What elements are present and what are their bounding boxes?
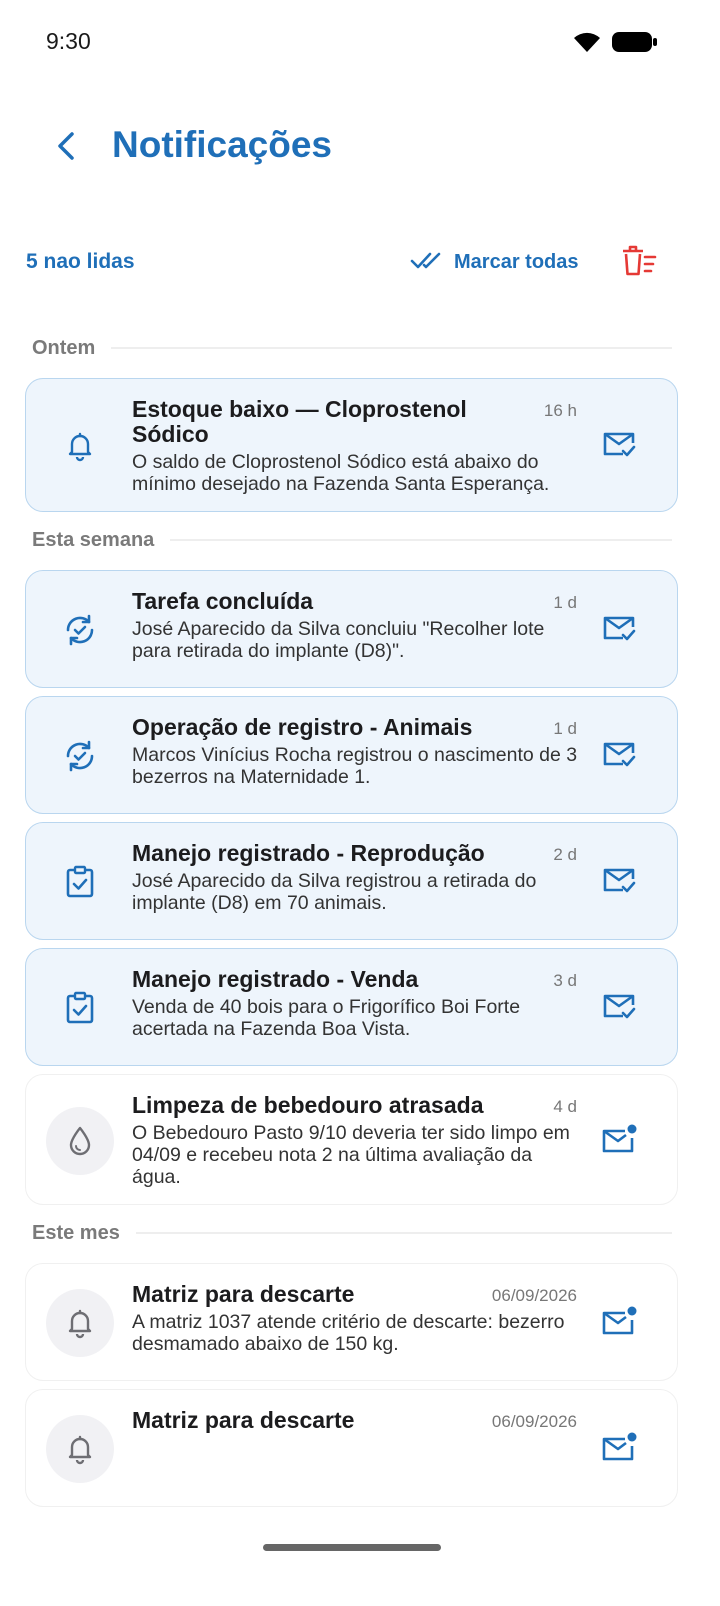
mail-check-icon (601, 865, 637, 900)
notification-time: 4 d (553, 1097, 577, 1116)
notification-body: Venda de 40 bois para o Frigorífico Boi … (132, 996, 521, 1040)
notification-title: Manejo registrado - Reprodução (132, 840, 485, 866)
notification-time: 06/09/2026 (491, 1286, 577, 1305)
mail-check-icon (601, 429, 637, 464)
notification-body: Marcos Vinícius Rocha registrou o nascim… (132, 744, 578, 788)
clipboard-check-icon (46, 848, 114, 916)
section-divider (135, 1232, 672, 1234)
app-header: Notificações (0, 110, 720, 190)
bell-icon (46, 412, 114, 480)
section-divider (170, 539, 672, 541)
notification-card[interactable]: Manejo registrado - Reprodução 2 d José Ap… (25, 822, 678, 940)
wifi-icon (572, 30, 602, 59)
page-title: Notificações (112, 124, 333, 165)
mark-as-read-button[interactable] (599, 610, 639, 650)
mark-as-read-button[interactable] (599, 736, 639, 776)
notification-time: 16 h (543, 401, 577, 420)
mark-as-read-button[interactable] (599, 988, 639, 1028)
mark-as-unread-button[interactable] (599, 1121, 639, 1161)
status-icons (572, 30, 658, 59)
section-header: Ontem (0, 326, 720, 370)
section-title: Esta semana (32, 528, 155, 551)
notification-body: O Bebedouro Pasto 9/10 deveria ter sido … (132, 1122, 570, 1188)
notification-title: Estoque baixo — Cloprostenol Sódico (132, 396, 467, 447)
mark-as-unread-button[interactable] (599, 1429, 639, 1469)
unread-count: 5 nao lidas (26, 250, 135, 273)
notification-body: A matriz 1037 atende critério de descart… (132, 1311, 565, 1355)
notification-body: O saldo de Cloprostenol Sódico está abai… (132, 451, 550, 495)
clipboard-check-icon (46, 974, 114, 1042)
notification-card[interactable]: Manejo registrado - Venda 3 d Venda de 40 … (25, 948, 678, 1066)
sync-check-icon (46, 596, 114, 664)
notification-list[interactable]: Ontem Estoque baixo — Cloprostenol Sódico… (0, 320, 720, 1530)
mail-check-icon (601, 613, 637, 648)
notification-title: Matriz para descarte (132, 1407, 355, 1433)
mark-as-unread-button[interactable] (599, 1303, 639, 1343)
water-drop-icon (46, 1107, 114, 1175)
status-bar: 9:30 (0, 0, 720, 86)
notification-card[interactable]: Tarefa concluída 1 d José Aparecido da Sil… (25, 570, 678, 688)
bell-icon (46, 1415, 114, 1483)
mail-unread-icon (600, 1123, 638, 1160)
mark-all-read-button[interactable]: Marcar todas (410, 242, 579, 282)
trash-sweep-icon (621, 245, 657, 282)
notification-title: Manejo registrado - Venda (132, 966, 419, 992)
battery-icon (612, 30, 658, 59)
notification-title: Tarefa concluída (132, 588, 314, 614)
notification-time: 1 d (553, 719, 577, 738)
notification-time: 1 d (553, 593, 577, 612)
mail-check-icon (601, 991, 637, 1026)
notification-title: Limpeza de bebedouro atrasada (132, 1092, 484, 1118)
notification-card[interactable]: Matriz para descarte 06/09/2026 (25, 1389, 678, 1507)
bell-icon (46, 1289, 114, 1357)
notification-time: 2 d (553, 845, 577, 864)
back-button[interactable] (44, 126, 88, 170)
notification-body: José Aparecido da Silva concluiu "Recolh… (132, 618, 545, 662)
mark-as-read-button[interactable] (599, 426, 639, 466)
mail-unread-icon (600, 1431, 638, 1468)
delete-all-button[interactable] (618, 242, 660, 284)
mail-unread-icon (600, 1305, 638, 1342)
section-title: Este mes (32, 1221, 120, 1244)
notification-card[interactable]: Limpeza de bebedouro atrasada 4 d O Bebedo… (25, 1074, 678, 1205)
chevron-left-icon (54, 131, 78, 166)
notification-time: 06/09/2026 (491, 1412, 577, 1431)
actions-row: 5 nao lidas Marcar todas (0, 236, 720, 292)
section-title: Ontem (32, 336, 96, 359)
section-header: Esta semana (0, 518, 720, 562)
sync-check-icon (46, 722, 114, 790)
notification-card[interactable]: Operação de registro - Animais 1 d Marcos … (25, 696, 678, 814)
mail-check-icon (601, 739, 637, 774)
section-divider (111, 347, 672, 349)
home-indicator (263, 1544, 441, 1551)
mark-all-label: Marcar todas (454, 250, 579, 273)
double-check-icon (410, 249, 442, 276)
notification-body: José Aparecido da Silva registrou a reti… (132, 870, 537, 914)
notification-title: Matriz para descarte (132, 1281, 355, 1307)
notification-card[interactable]: Estoque baixo — Cloprostenol Sódico 16 h O… (25, 378, 678, 512)
section-header: Este mes (0, 1211, 720, 1255)
status-time: 9:30 (46, 28, 91, 54)
notification-card[interactable]: Matriz para descarte 06/09/2026 A matriz 1… (25, 1263, 678, 1381)
notification-time: 3 d (553, 971, 577, 990)
notification-title: Operação de registro - Animais (132, 714, 473, 740)
mark-as-read-button[interactable] (599, 862, 639, 902)
